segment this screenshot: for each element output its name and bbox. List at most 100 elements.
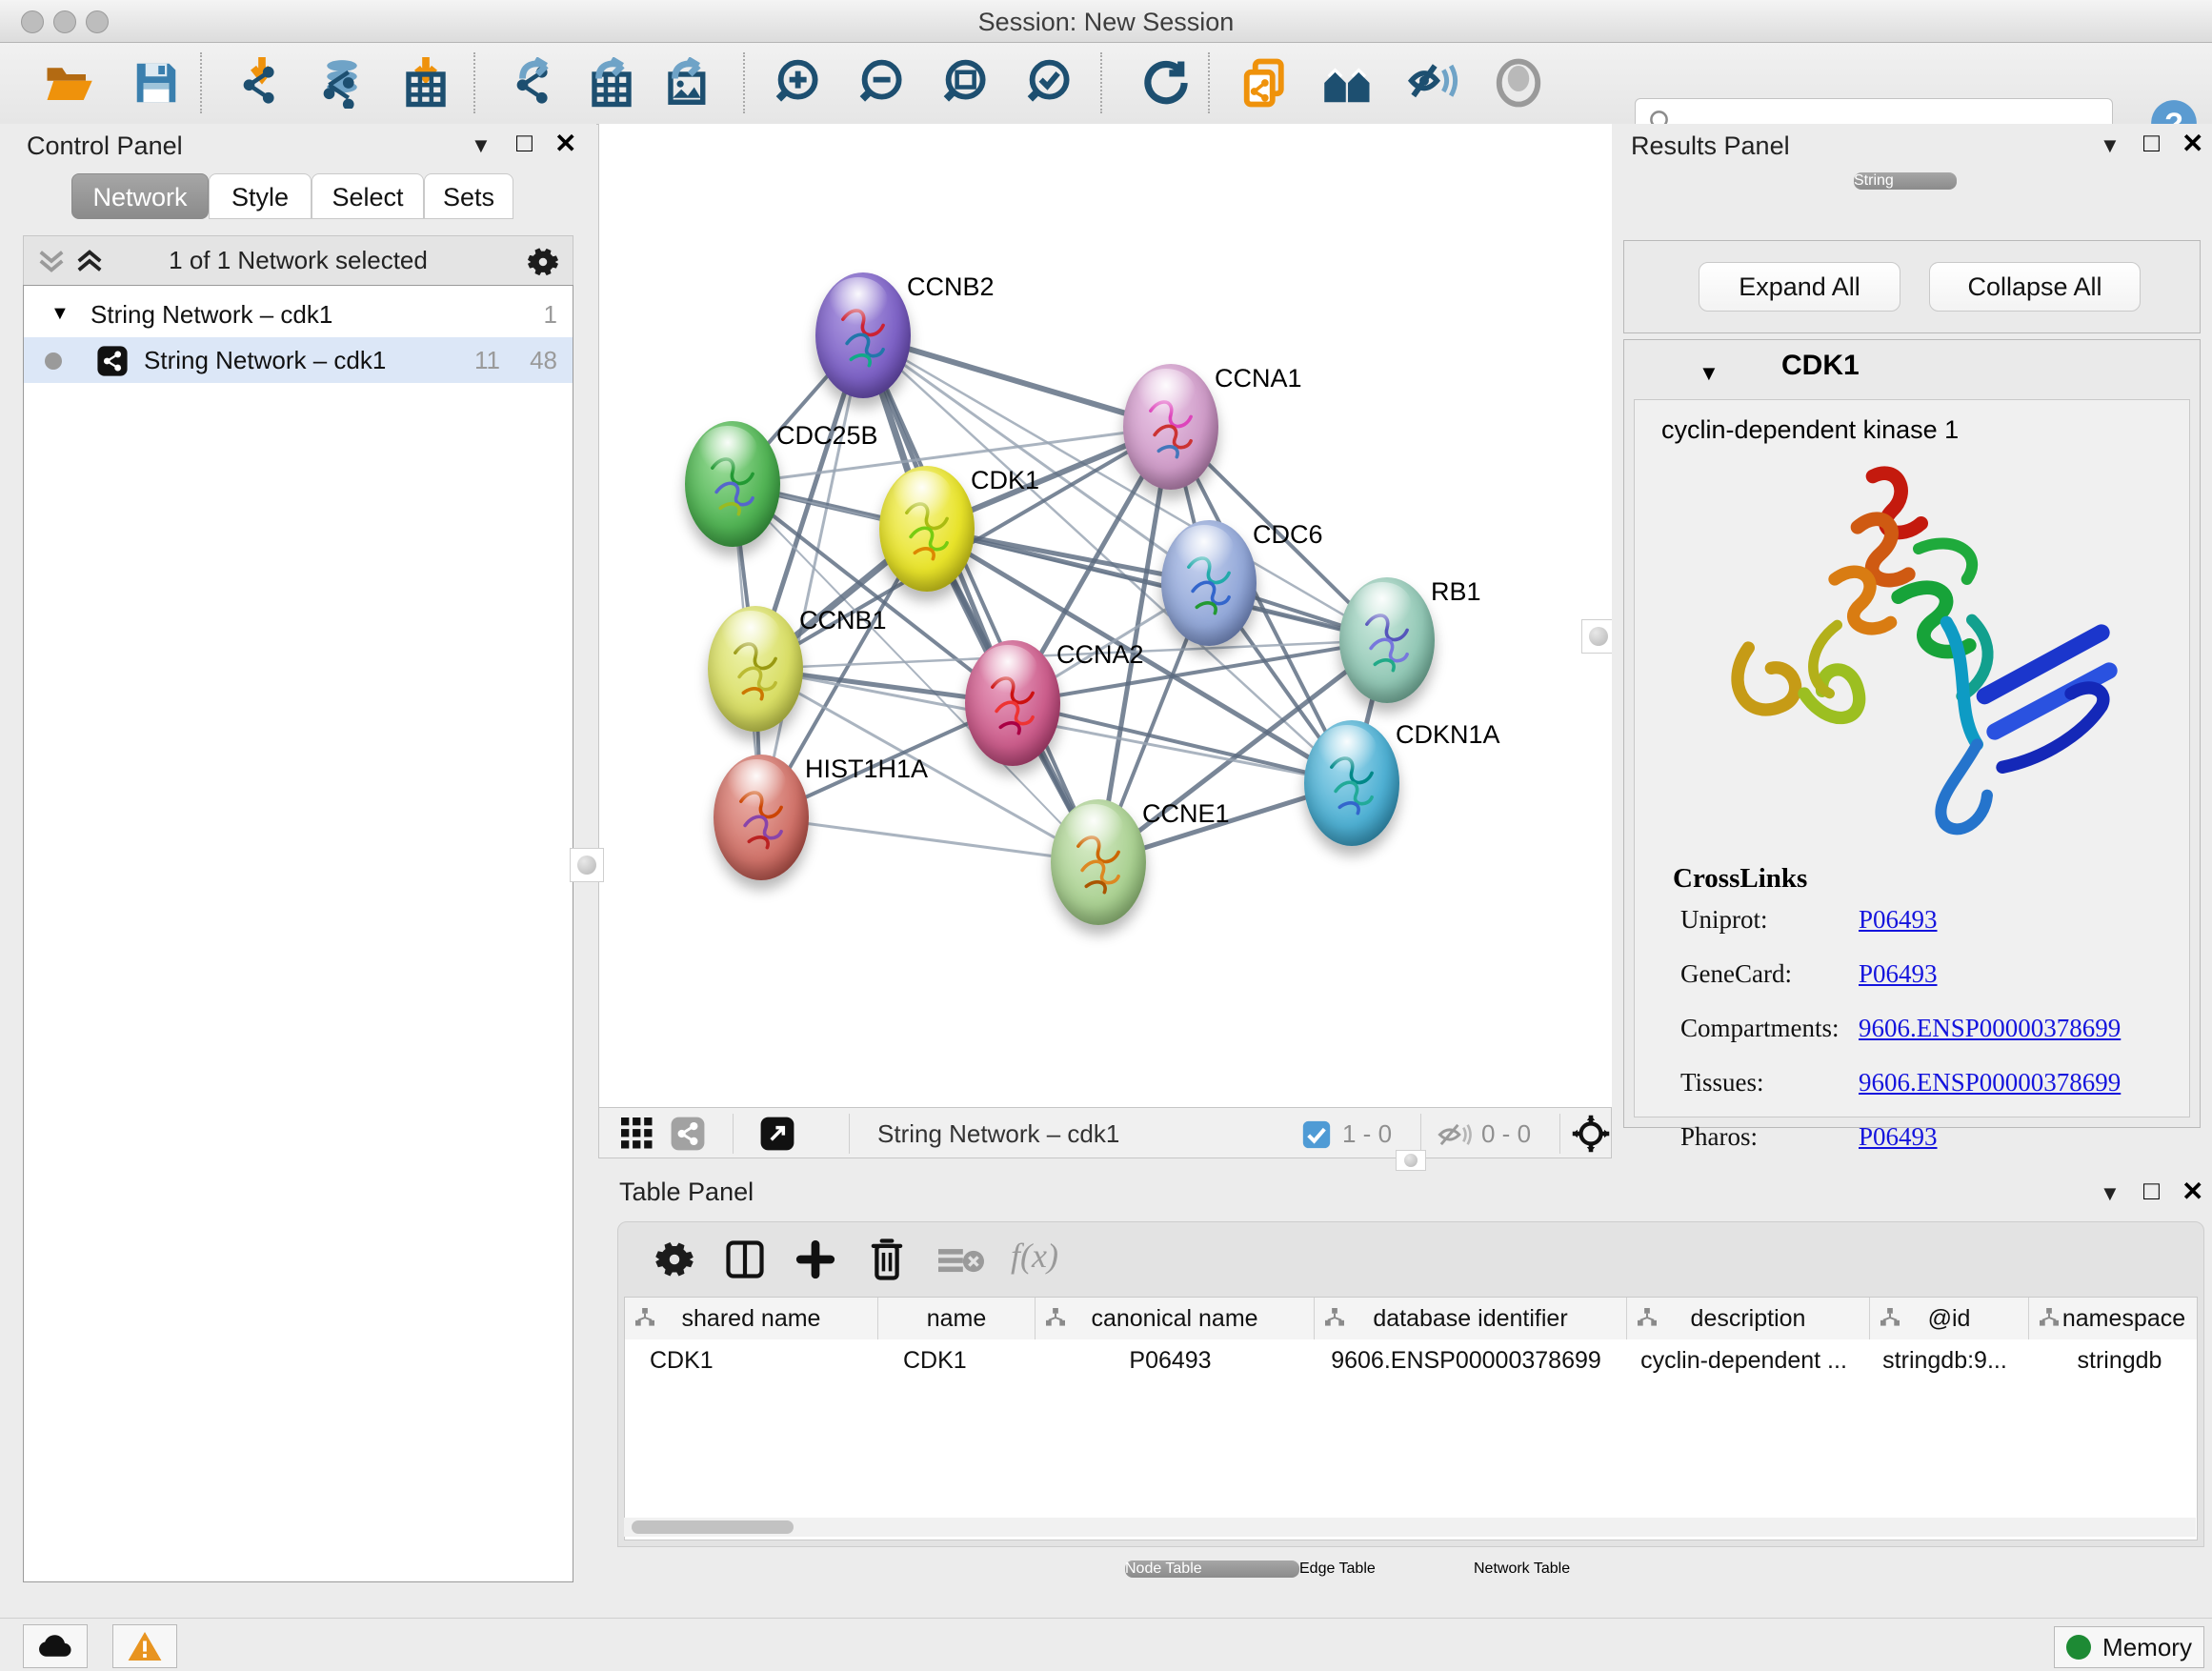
crosslink-link[interactable]: 9606.ENSP00000378699: [1859, 1068, 2121, 1097]
collection-count: 1: [544, 300, 557, 330]
zoom-fit-icon[interactable]: [940, 54, 997, 111]
node-CCNB2[interactable]: [815, 272, 911, 398]
tab-select[interactable]: Select: [312, 173, 424, 219]
grid-view-icon[interactable]: [620, 1117, 654, 1150]
show-all-icon[interactable]: [1490, 54, 1547, 111]
node-CDC6[interactable]: [1161, 520, 1257, 646]
selected-checkbox-icon[interactable]: [1302, 1120, 1331, 1149]
network-icon: [96, 345, 129, 377]
table-cell[interactable]: CDK1: [625, 1340, 894, 1380]
detach-view-icon[interactable]: [759, 1116, 795, 1152]
close-panel-icon[interactable]: ✕: [2182, 1176, 2203, 1207]
tab-network[interactable]: Network: [71, 173, 209, 219]
crosslink-link[interactable]: P06493: [1859, 959, 1938, 989]
node-RB1[interactable]: [1339, 577, 1435, 703]
delete-column-icon[interactable]: [866, 1238, 908, 1281]
close-panel-icon[interactable]: ✕: [2182, 128, 2203, 159]
tab-style[interactable]: Style: [209, 173, 312, 219]
toolbar-separator: [200, 52, 202, 113]
table-cell[interactable]: CDK1: [878, 1340, 1051, 1380]
warnings-button[interactable]: [112, 1624, 177, 1668]
window-title: Session: New Session: [0, 8, 2212, 37]
add-column-icon[interactable]: [795, 1239, 835, 1279]
table-cell[interactable]: stringdb: [2029, 1340, 2198, 1380]
tab-network-table[interactable]: Network Table: [1474, 1560, 1684, 1578]
collapse-section-icon[interactable]: ▼: [1699, 361, 1719, 386]
node-CCNE1[interactable]: [1051, 799, 1146, 925]
tree-expander-icon[interactable]: ▼: [50, 303, 70, 325]
float-panel-icon[interactable]: □: [2143, 128, 2160, 158]
gear-icon[interactable]: [527, 246, 559, 278]
column-header-shared-name[interactable]: shared name: [625, 1298, 878, 1339]
network-label: String Network – cdk1: [144, 346, 386, 375]
table-cell[interactable]: P06493: [1036, 1340, 1305, 1380]
right-splitter-handle[interactable]: [1581, 619, 1616, 654]
birdseye-toggle-icon[interactable]: [1571, 1114, 1611, 1154]
panel-menu-icon[interactable]: ▼: [471, 133, 492, 158]
scrollbar-thumb[interactable]: [632, 1520, 794, 1534]
memory-button[interactable]: Memory: [2054, 1626, 2204, 1668]
zoom-selected-icon[interactable]: [1024, 54, 1081, 111]
tab-edge-table[interactable]: Edge Table: [1299, 1560, 1474, 1578]
crosslink-link[interactable]: 9606.ENSP00000378699: [1859, 1014, 2121, 1043]
network-view-icon[interactable]: [670, 1116, 706, 1152]
crosslink-link[interactable]: P06493: [1859, 905, 1938, 935]
show-columns-icon[interactable]: [725, 1239, 765, 1279]
horizontal-scrollbar[interactable]: [624, 1518, 2196, 1537]
table-cell[interactable]: 9606.ENSP00000378699: [1315, 1340, 1618, 1380]
birdseye-icon[interactable]: [1319, 54, 1377, 111]
collapse-all-button[interactable]: Collapse All: [1929, 262, 2141, 312]
panel-menu-icon[interactable]: ▼: [2100, 1181, 2121, 1206]
import-network-icon[interactable]: [233, 54, 291, 111]
import-network-from-database-icon[interactable]: [313, 54, 371, 111]
node-CDKN1A[interactable]: [1304, 720, 1399, 846]
export-table-icon[interactable]: [583, 54, 640, 111]
hide-selected-icon[interactable]: [1404, 54, 1461, 111]
node-CDC25B[interactable]: [685, 421, 780, 547]
column-header-description[interactable]: description: [1627, 1298, 1870, 1339]
open-session-icon[interactable]: [40, 54, 97, 111]
column-label: database identifier: [1315, 1305, 1626, 1333]
import-table-icon[interactable]: [397, 54, 454, 111]
export-image-icon[interactable]: [659, 54, 716, 111]
node-CCNB1[interactable]: [708, 606, 803, 732]
tab-node-table[interactable]: Node Table: [1125, 1560, 1299, 1578]
node-HIST1H1A[interactable]: [714, 755, 809, 880]
crosslink-link[interactable]: P06493: [1859, 1122, 1938, 1152]
zoom-in-icon[interactable]: [773, 54, 830, 111]
apply-layout-icon[interactable]: [1137, 54, 1195, 111]
column-header-name[interactable]: name: [878, 1298, 1036, 1339]
node-CCNA1[interactable]: [1123, 364, 1218, 490]
network-row-selected[interactable]: String Network – cdk1 11 48: [24, 337, 573, 383]
column-header-canonical-name[interactable]: canonical name: [1036, 1298, 1315, 1339]
function-builder-icon[interactable]: f(x): [1011, 1236, 1058, 1276]
column-label: @id: [1870, 1305, 2028, 1333]
float-panel-icon[interactable]: □: [516, 128, 533, 158]
cloud-button[interactable]: [23, 1624, 88, 1668]
expand-all-button[interactable]: Expand All: [1699, 262, 1900, 312]
float-panel-icon[interactable]: □: [2143, 1176, 2160, 1206]
node-CDK1[interactable]: [879, 466, 975, 592]
export-network-icon[interactable]: [507, 54, 564, 111]
table-cell[interactable]: cyclin-dependent ...: [1627, 1340, 1860, 1380]
column-header-@id[interactable]: @id: [1870, 1298, 2029, 1339]
delete-table-icon[interactable]: [938, 1247, 984, 1276]
edge-HIST1H1A-CCNE1[interactable]: [761, 817, 1098, 862]
save-session-icon[interactable]: [128, 54, 185, 111]
network-collection-row[interactable]: ▼ String Network – cdk1 1: [24, 292, 573, 337]
column-header-namespace[interactable]: namespace: [2029, 1298, 2198, 1339]
tab-sets[interactable]: Sets: [424, 173, 513, 219]
node-CCNA2[interactable]: [965, 640, 1060, 766]
panel-menu-icon[interactable]: ▼: [2100, 133, 2121, 158]
zoom-out-icon[interactable]: [856, 54, 914, 111]
clone-network-icon[interactable]: [1237, 54, 1295, 111]
table-options-gear-icon[interactable]: [654, 1239, 694, 1279]
node-table[interactable]: shared namenamecanonical namedatabase id…: [624, 1297, 2198, 1540]
column-header-database-identifier[interactable]: database identifier: [1315, 1298, 1627, 1339]
table-cell[interactable]: stringdb:9...: [1870, 1340, 2020, 1380]
left-splitter-handle[interactable]: [570, 848, 604, 882]
bottom-splitter-handle[interactable]: [1396, 1150, 1426, 1171]
network-canvas[interactable]: CCNB2CCNA1CDC25BCDK1CDC6RB1CCNB1CCNA2CDK…: [598, 124, 1614, 1107]
tab-string[interactable]: String: [1854, 172, 1957, 190]
close-panel-icon[interactable]: ✕: [554, 128, 576, 159]
